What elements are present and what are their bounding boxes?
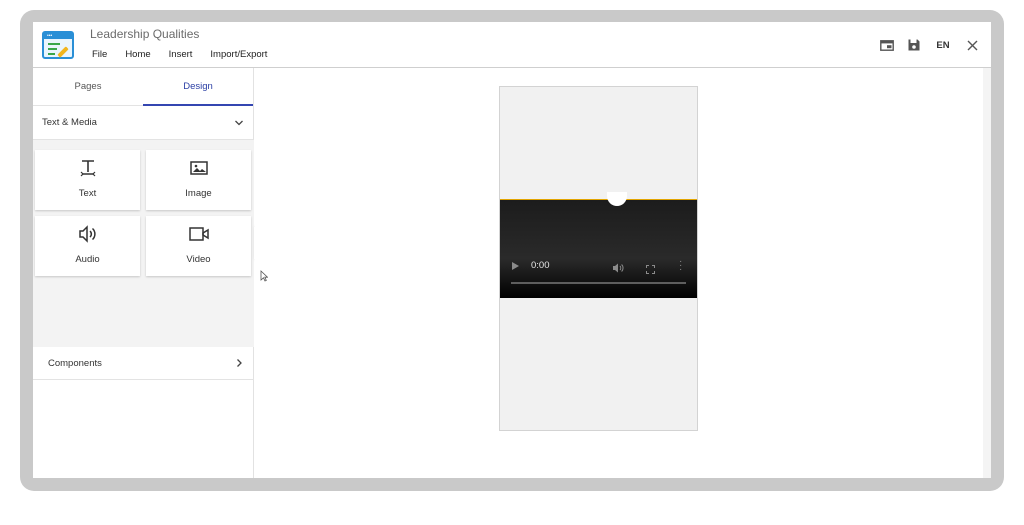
canvas-area: 0:00 · · · (255, 68, 991, 478)
tile-text[interactable]: Text (35, 150, 140, 210)
save-icon[interactable] (905, 36, 923, 54)
volume-icon[interactable] (612, 260, 624, 278)
video-time: 0:00 (531, 260, 550, 271)
menu-import-export[interactable]: Import/Export (210, 49, 267, 60)
app-logo-icon: ••• (42, 31, 74, 59)
language-selector[interactable]: EN (932, 40, 954, 51)
menu-insert[interactable]: Insert (169, 49, 193, 60)
tiles-area: Text Image Audio Video (33, 140, 254, 347)
app-window: ••• Leadership Qualities File Home Inser… (33, 22, 991, 478)
left-panel: Pages Design Text & Media Text Image Aud… (33, 68, 254, 478)
tile-video-label: Video (186, 254, 211, 265)
tile-text-label: Text (78, 188, 97, 199)
page-canvas[interactable]: 0:00 · · · (499, 86, 698, 431)
menu-bar: File Home Insert Import/Export (92, 49, 285, 60)
video-player[interactable]: 0:00 · · · (500, 192, 697, 298)
video-seek-bar[interactable] (511, 282, 686, 284)
play-icon[interactable] (512, 262, 519, 270)
tab-pages[interactable]: Pages (33, 68, 143, 106)
header-toolbar: EN (869, 36, 981, 54)
image-icon (146, 159, 251, 177)
video-icon (146, 225, 251, 243)
tile-video[interactable]: Video (146, 216, 251, 276)
section-components[interactable]: Components (33, 347, 254, 380)
text-icon (35, 159, 140, 177)
document-title: Leadership Qualities (90, 27, 200, 41)
cursor-icon (260, 270, 268, 282)
tile-image[interactable]: Image (146, 150, 251, 210)
preview-icon[interactable] (878, 36, 896, 54)
audio-icon (35, 225, 140, 243)
panel-tabs: Pages Design (33, 68, 254, 106)
canvas-scrollbar[interactable] (983, 68, 991, 478)
tile-image-label: Image (185, 188, 212, 199)
chevron-right-icon (234, 347, 244, 394)
fullscreen-icon[interactable] (646, 261, 655, 279)
resize-handle[interactable] (607, 192, 627, 206)
app-header: ••• Leadership Qualities File Home Inser… (33, 22, 991, 68)
more-options-icon[interactable]: · · · (679, 257, 682, 275)
menu-home[interactable]: Home (125, 49, 150, 60)
section-text-media[interactable]: Text & Media (33, 106, 254, 140)
section-components-label: Components (48, 358, 102, 369)
tab-design[interactable]: Design (143, 68, 253, 106)
tile-audio[interactable]: Audio (35, 216, 140, 276)
close-icon[interactable] (963, 36, 981, 54)
section-text-media-label: Text & Media (42, 117, 97, 128)
menu-file[interactable]: File (92, 49, 107, 60)
tile-audio-label: Audio (75, 254, 100, 265)
